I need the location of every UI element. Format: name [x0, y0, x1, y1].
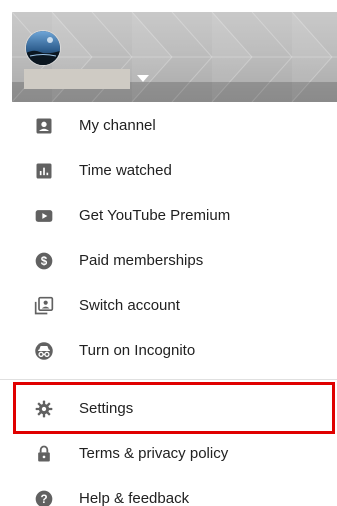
dollar-circle-icon: $: [35, 252, 53, 270]
menu-item-label: Get YouTube Premium: [79, 207, 231, 224]
avatar[interactable]: [26, 31, 60, 65]
menu-item-time-watched[interactable]: Time watched: [0, 149, 337, 194]
account-box-icon: [36, 118, 52, 134]
switch-account-icon: [34, 296, 54, 315]
account-header: [12, 12, 337, 102]
menu-item-label: Time watched: [79, 162, 172, 179]
menu-item-help-feedback[interactable]: ? Help & feedback: [0, 477, 337, 506]
menu-divider: [0, 379, 337, 380]
profile-photo-icon: [26, 31, 60, 65]
menu-item-label: My channel: [79, 117, 156, 134]
account-menu-screen: My channel Time watched Get YouTube Prem…: [0, 0, 337, 506]
menu-item-label: Terms & privacy policy: [79, 445, 229, 462]
menu-item-label: Switch account: [79, 297, 180, 314]
menu-item-paid-memberships[interactable]: $ Paid memberships: [0, 239, 337, 284]
menu-item-switch-account[interactable]: Switch account: [0, 284, 337, 329]
gear-icon: [35, 400, 53, 418]
account-name-redacted: [24, 69, 130, 89]
lock-icon: [38, 445, 50, 462]
menu-item-label: Turn on Incognito: [79, 342, 196, 359]
menu-item-my-channel[interactable]: My channel: [0, 104, 337, 149]
triangle-down-icon[interactable]: [136, 74, 150, 84]
menu-item-get-youtube-premium[interactable]: Get YouTube Premium: [0, 194, 337, 239]
incognito-icon: [35, 342, 53, 360]
menu-item-label: Settings: [79, 400, 134, 417]
menu-item-label: Help & feedback: [79, 490, 190, 506]
bar-chart-icon: [36, 163, 52, 179]
help-circle-icon: ?: [35, 490, 53, 506]
menu-item-label: Paid memberships: [79, 252, 204, 269]
menu-item-settings[interactable]: Settings: [0, 387, 337, 432]
menu-item-terms-privacy[interactable]: Terms & privacy policy: [0, 432, 337, 477]
svg-text:$: $: [41, 255, 48, 268]
menu-item-turn-on-incognito[interactable]: Turn on Incognito: [0, 329, 337, 374]
youtube-play-icon: [35, 210, 53, 222]
svg-text:?: ?: [40, 493, 47, 506]
